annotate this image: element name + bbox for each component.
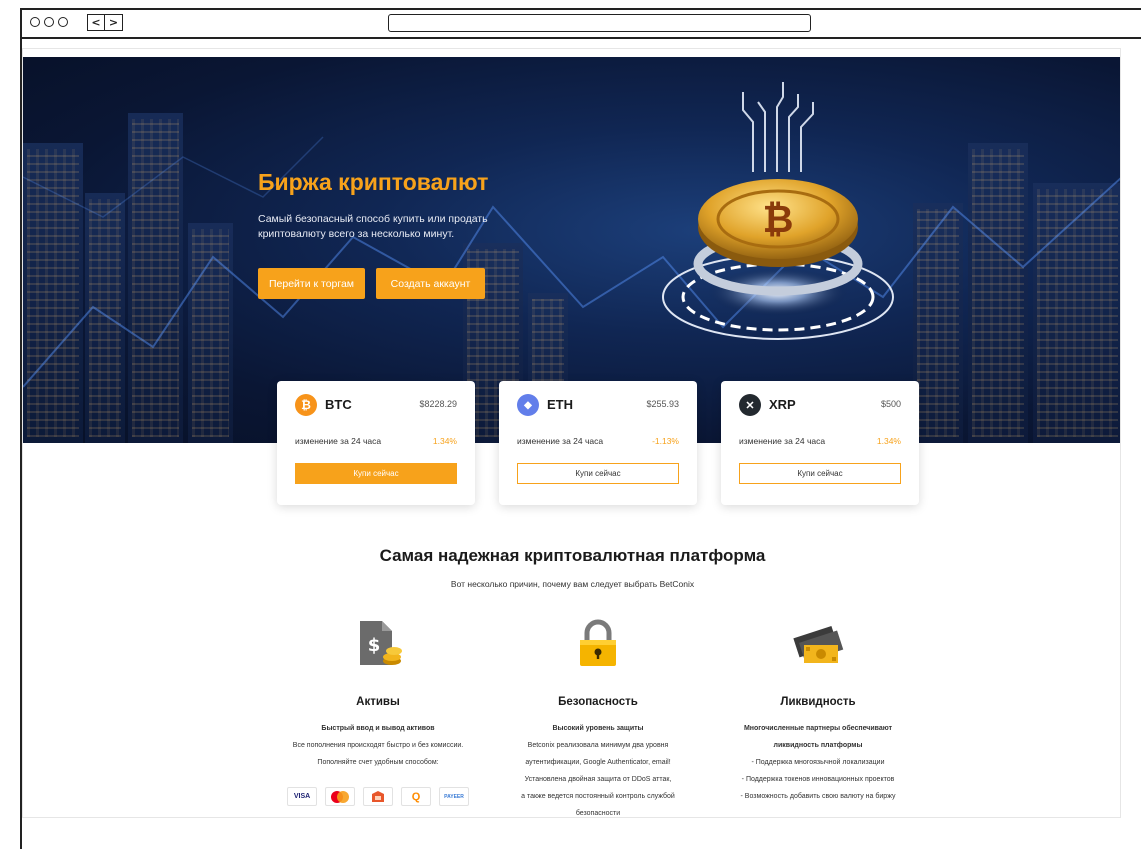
feature-line: - Поддержка многоязычной локализации: [751, 759, 885, 766]
feature-line: Все пополнения происходят быстро и без к…: [292, 742, 464, 749]
feature-description: Многочисленные партнеры обеспечивают лик…: [703, 720, 933, 805]
feature-description: Высокий уровень защиты Betconix реализов…: [483, 720, 713, 817]
ticker-card-eth: ◆ ETH $255.93 изменение за 24 часа -1.13…: [499, 381, 697, 505]
ticker-change-label: изменение за 24 часа: [295, 436, 382, 446]
buy-now-button[interactable]: Купи сейчас: [517, 463, 679, 484]
xrp-icon: ✕: [739, 394, 761, 416]
browser-toolbar: < >: [22, 10, 1141, 39]
ticker-change-value: 1.34%: [432, 436, 457, 446]
minimize-window-dot[interactable]: [44, 17, 54, 27]
back-button[interactable]: <: [87, 14, 105, 31]
feature-liquidity: Ликвидность Многочисленные партнеры обес…: [703, 617, 933, 805]
address-bar[interactable]: [388, 14, 811, 32]
ticker-price: $255.93: [646, 399, 679, 409]
feature-line: Высокий уровень защиты: [552, 725, 644, 732]
feature-line: аутентификации, Google Authenticator, em…: [525, 759, 671, 766]
svg-text:₿: ₿: [763, 197, 794, 241]
ticker-symbol: BTC: [325, 397, 352, 412]
close-window-dot[interactable]: [30, 17, 40, 27]
hero-subtitle: Самый безопасный способ купить или прода…: [258, 213, 488, 240]
ethereum-icon: ◆: [517, 394, 539, 416]
forward-button[interactable]: >: [105, 14, 123, 31]
mastercard-logo: [325, 787, 355, 806]
ticker-card-btc: ₿ BTC $8228.29 изменение за 24 часа 1.34…: [277, 381, 475, 505]
ticker-price: $8228.29: [419, 399, 457, 409]
feature-line: Быстрый ввод и вывод активов: [321, 725, 435, 732]
feature-line: ликвидность платформы: [773, 742, 863, 749]
maximize-window-dot[interactable]: [58, 17, 68, 27]
feature-title: Безопасность: [558, 696, 638, 708]
cash-icon: [793, 626, 844, 663]
window-controls: [30, 17, 68, 27]
feature-line: Betconix реализовала минимум два уровня: [527, 742, 669, 749]
feature-line: безопасности: [575, 810, 621, 817]
ticker-symbol: XRP: [769, 397, 796, 412]
qiwi-logo: Q: [401, 787, 431, 806]
page-viewport: Биржа криптовалют Самый безопасный спосо…: [22, 48, 1121, 818]
payeer-logo: PAYEER: [439, 787, 469, 806]
create-account-button[interactable]: Создать аккаунт: [376, 268, 485, 299]
features-section-subtitle: Вот несколько причин, почему вам следует…: [450, 579, 695, 589]
ticker-change-label: изменение за 24 часа: [739, 436, 826, 446]
features-section-title: Самая надежная криптовалютная платформа: [379, 546, 766, 565]
feature-line: Установлена двойная защита от DDoS аттак…: [524, 776, 672, 783]
ticker-change-label: изменение за 24 часа: [517, 436, 604, 446]
ticker-change-value: -1.13%: [652, 436, 679, 446]
payment-methods: VISA Q PAYEER: [263, 787, 493, 806]
feature-assets: $ Активы Быстрый ввод и вывод активов Вс…: [263, 617, 493, 806]
feature-line: а также ведется постоянный контроль служ…: [521, 793, 675, 800]
feature-title: Ликвидность: [780, 696, 856, 708]
svg-text:$: $: [368, 635, 381, 656]
feature-line: Пополняйте счет удобным способом:: [317, 759, 439, 766]
ticker-symbol: ETH: [547, 397, 573, 412]
history-nav: < >: [87, 14, 123, 31]
hero-title: Биржа криптовалют: [258, 169, 489, 195]
ticker-price: $500: [880, 399, 901, 409]
dollar-document-icon: $: [360, 621, 402, 665]
bitcoin-coin-illustration: ₿: [662, 82, 894, 340]
ticker-card-xrp: ✕ XRP $500 изменение за 24 часа 1.34% Ку…: [721, 381, 919, 505]
feature-security: Безопасность Высокий уровень защиты Betc…: [483, 617, 713, 817]
feature-line: Многочисленные партнеры обеспечивают: [743, 725, 893, 732]
ticker-change-value: 1.34%: [876, 436, 901, 446]
feature-line: - Поддержка токенов инновационных проект…: [741, 776, 895, 783]
go-to-trading-button[interactable]: Перейти к торгам: [258, 268, 365, 299]
feature-line: - Возможность добавить свою валюту на би…: [740, 793, 896, 800]
buy-now-button[interactable]: Купи сейчас: [295, 463, 457, 484]
padlock-icon: [580, 619, 616, 666]
buy-now-button[interactable]: Купи сейчас: [739, 463, 901, 484]
feature-description: Быстрый ввод и вывод активов Все пополне…: [263, 720, 493, 771]
bitcoin-icon: ₿: [295, 394, 317, 416]
feature-title: Активы: [356, 696, 400, 708]
webmoney-logo: [363, 787, 393, 806]
visa-logo: VISA: [287, 787, 317, 806]
